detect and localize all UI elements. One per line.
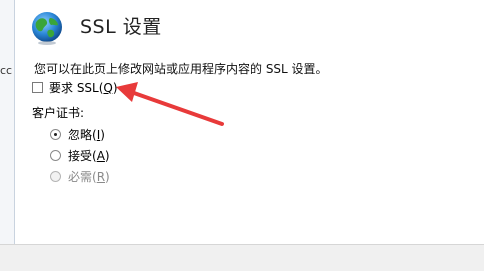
radio-accept[interactable]: 接受(A) bbox=[50, 147, 110, 164]
radio-accept-label: 接受(A) bbox=[68, 149, 110, 163]
annotation-arrow bbox=[116, 82, 224, 126]
radio-accept-button[interactable] bbox=[50, 150, 61, 161]
radio-require-label: 必需(R) bbox=[68, 170, 110, 184]
radio-require: 必需(R) bbox=[50, 168, 110, 185]
require-ssl-checkbox[interactable]: 要求 SSL(Q) bbox=[32, 79, 118, 96]
left-pane-edge bbox=[0, 0, 15, 270]
bottom-bar bbox=[0, 244, 484, 271]
client-certificate-label: 客户证书: bbox=[32, 106, 85, 120]
left-pane-text: cc bbox=[0, 64, 13, 77]
require-ssl-label: 要求 SSL(Q) bbox=[49, 81, 118, 95]
globe-icon bbox=[32, 12, 62, 45]
checkbox-box[interactable] bbox=[32, 82, 43, 93]
radio-ignore-button[interactable] bbox=[50, 129, 61, 140]
page-title: SSL 设置 bbox=[80, 16, 162, 38]
radio-require-button bbox=[50, 171, 61, 182]
radio-ignore[interactable]: 忽略(I) bbox=[50, 126, 105, 143]
radio-ignore-label: 忽略(I) bbox=[68, 128, 105, 142]
description-text: 您可以在此页上修改网站或应用程序内容的 SSL 设置。 bbox=[34, 62, 328, 76]
